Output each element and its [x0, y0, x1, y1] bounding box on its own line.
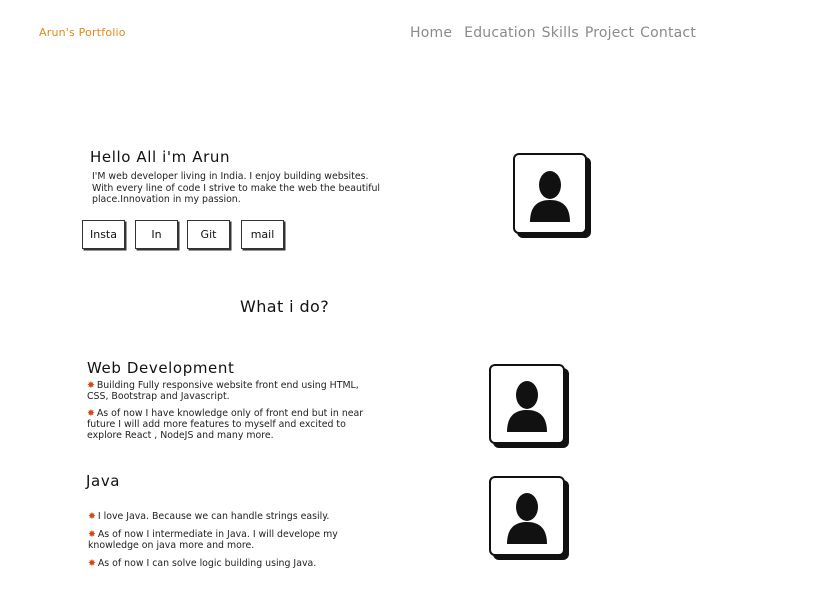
nav-skills[interactable]: Skills	[542, 25, 579, 41]
user-silhouette-icon	[530, 170, 570, 222]
spark-icon: ✸	[88, 511, 96, 522]
insta-button[interactable]: Insta	[82, 220, 125, 249]
java-point-3: ✸ As of now I can solve logic building us…	[88, 558, 317, 569]
nav-project[interactable]: Project	[585, 25, 634, 41]
hero-greeting: Hello All i'm Arun	[90, 148, 231, 166]
user-silhouette-icon	[507, 381, 547, 432]
web-dev-point-2: ✸ As of now I have knowledge only of fron…	[87, 408, 364, 441]
spark-icon: ✸	[88, 529, 96, 540]
spark-icon: ✸	[87, 380, 95, 391]
git-button[interactable]: Git	[187, 220, 230, 249]
top-nav: Home Education Skills Project Contact	[410, 25, 702, 41]
linkedin-button[interactable]: In	[135, 220, 178, 249]
user-silhouette-icon	[507, 493, 547, 544]
web-dev-point-1: ✸ Building Fully responsive website front…	[87, 380, 359, 402]
nav-home[interactable]: Home	[410, 25, 452, 41]
hero-avatar	[513, 153, 587, 234]
mail-button[interactable]: mail	[241, 220, 284, 249]
spark-icon: ✸	[88, 558, 96, 569]
brand-logo[interactable]: Arun's Portfolio	[39, 26, 126, 39]
web-dev-avatar	[489, 364, 565, 444]
section-title-java: Java	[86, 472, 121, 490]
what-i-do-heading: What i do?	[240, 297, 330, 316]
java-point-1: ✸ I love Java. Because we can handle stri…	[88, 511, 330, 522]
nav-contact[interactable]: Contact	[640, 25, 696, 41]
section-title-web-development: Web Development	[87, 359, 235, 377]
java-avatar	[489, 476, 565, 556]
java-point-2: ✸ As of now I intermediate in Java. I wil…	[88, 529, 338, 551]
spark-icon: ✸	[87, 408, 95, 419]
nav-education[interactable]: Education	[464, 25, 536, 41]
hero-intro: I'M web developer living in India. I enj…	[92, 171, 381, 205]
